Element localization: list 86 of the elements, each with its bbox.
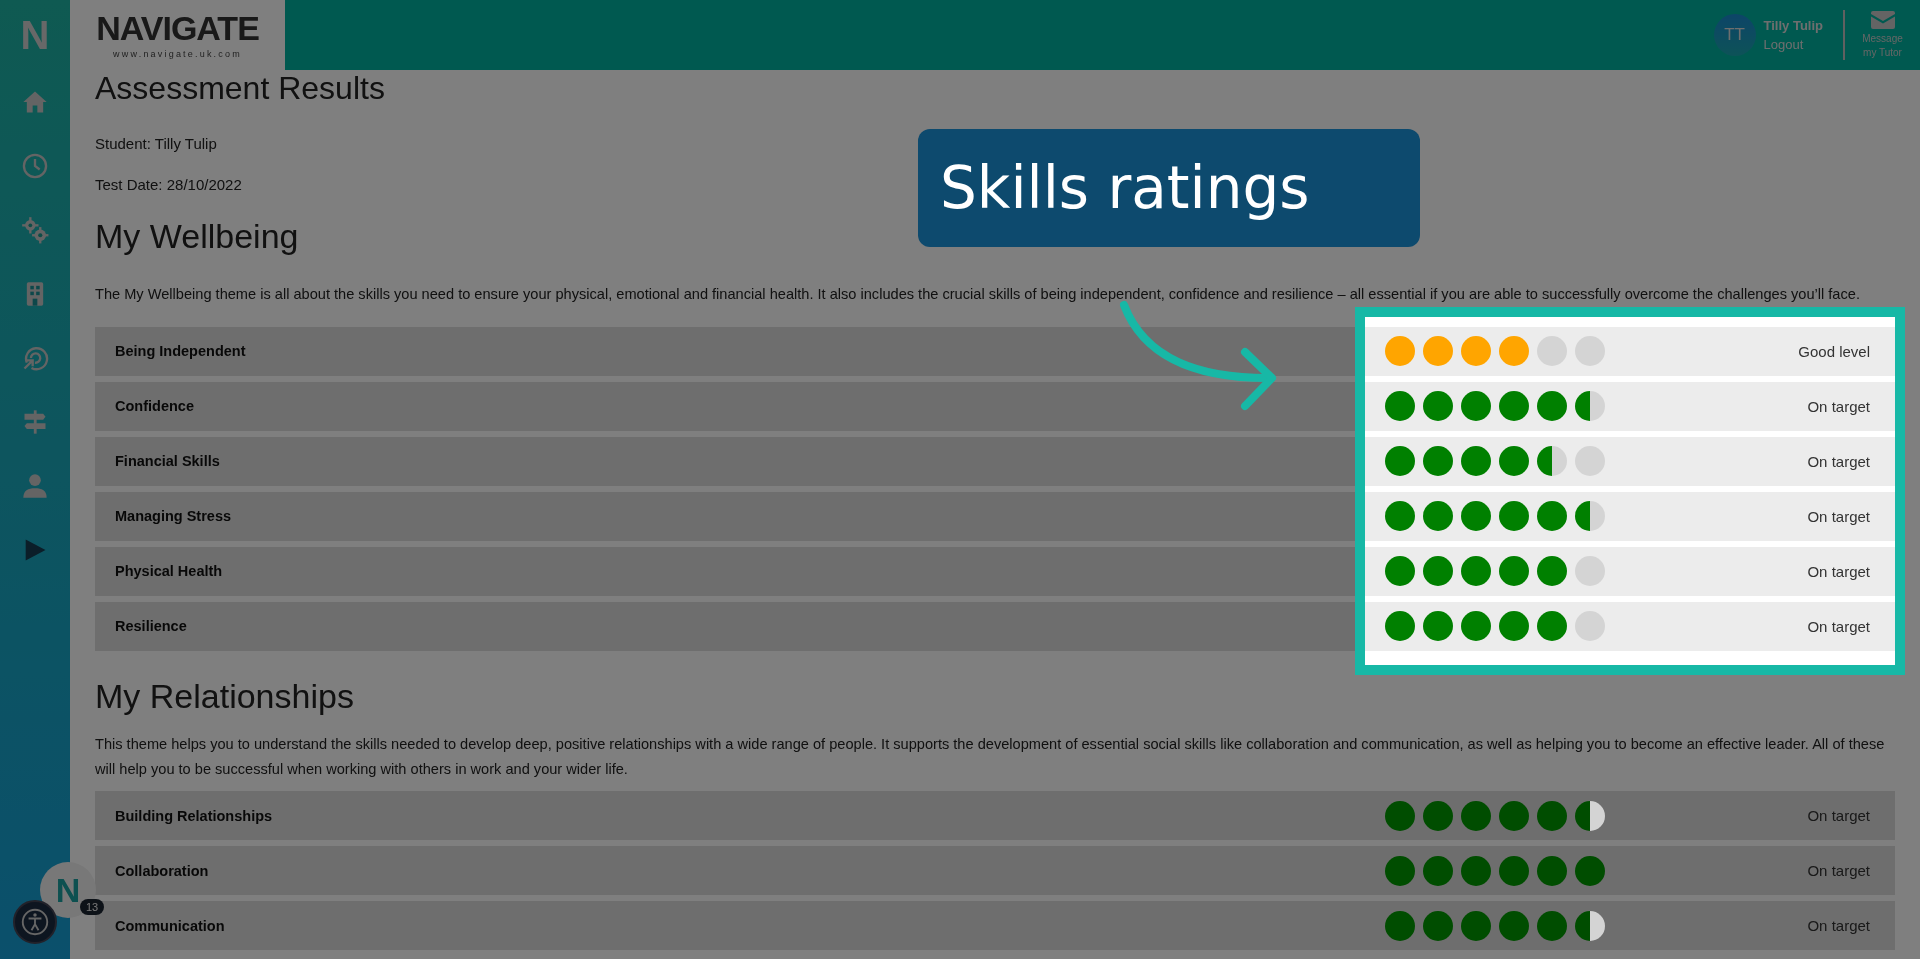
- test-date: Test Date: 28/10/2022: [95, 176, 243, 193]
- section-description: This theme helps you to understand the skills needed to develop deep, positive relationships with a wide range of people. It supports the development of essential social skills like collaboration and communication, as well as helping you to become an effective leader. All of these will help you to be successful when working with others in work and your wider life.: [95, 734, 1886, 779]
- user-name: Tilly Tulip: [1763, 18, 1823, 33]
- rating-dot: [1423, 910, 1453, 941]
- rating-status: On target: [1807, 917, 1870, 935]
- rating-status: On target: [1807, 452, 1870, 470]
- rating-status: On target: [1807, 562, 1870, 580]
- logo-mark: N: [20, 11, 50, 59]
- rating-dot: [1575, 800, 1605, 831]
- rating-dot: [1461, 556, 1491, 587]
- rating-dot: [1499, 336, 1529, 367]
- rating-dot: [1575, 611, 1605, 642]
- person-icon[interactable]: [21, 472, 49, 500]
- rating-dot: [1537, 336, 1567, 367]
- rating-dot: [1537, 800, 1567, 831]
- rating-dot: [1575, 391, 1605, 422]
- student-name: Student: Tilly Tulip: [95, 135, 218, 152]
- rating-dot: [1575, 336, 1605, 367]
- rating-dot: [1537, 446, 1567, 477]
- rating-dot: [1537, 611, 1567, 642]
- logout-link[interactable]: Logout: [1763, 37, 1823, 52]
- skill-name: Managing Stress: [115, 508, 232, 525]
- rating-dot: [1461, 336, 1491, 367]
- target-icon[interactable]: [21, 344, 49, 372]
- rating-dot: [1537, 556, 1567, 587]
- skill-name: Resilience: [115, 618, 187, 635]
- logo-panel[interactable]: NAVIGATE www.navigate.uk.com: [70, 0, 285, 70]
- rating-dot: [1537, 855, 1567, 886]
- rating-dot: [1461, 446, 1491, 477]
- avatar[interactable]: TT: [1713, 14, 1756, 56]
- section-description: The My Wellbeing theme is all about the skills you need to ensure your physical, emotional and financial health. It also includes the crucial skills of being independent, confidence and resilience – all essential if you are able to successfully overcome the challenges you’ll face.: [95, 285, 1861, 304]
- rating-dot: [1499, 910, 1529, 941]
- rating-dot: [1575, 556, 1605, 587]
- skill-name: Financial Skills: [115, 453, 220, 470]
- rating-dot: [1423, 800, 1453, 831]
- mail-icon: [1870, 10, 1895, 29]
- rating-dot: [1499, 800, 1529, 831]
- rating-status: On target: [1807, 507, 1870, 525]
- rating-status: On target: [1807, 862, 1870, 880]
- rating-dot: [1575, 446, 1605, 477]
- rating-dot: [1461, 611, 1491, 642]
- rating-dot: [1499, 446, 1529, 477]
- section-title: My Wellbeing: [95, 217, 300, 256]
- message-tutor-button[interactable]: Message my Tutor: [1855, 10, 1910, 60]
- rating-dot: [1423, 611, 1453, 642]
- skill-name: Confidence: [115, 398, 194, 415]
- notification-badge: 13: [80, 899, 105, 915]
- rating-dot: [1499, 855, 1529, 886]
- gears-icon[interactable]: [21, 216, 49, 244]
- rating-dot: [1499, 391, 1529, 422]
- rating-dot: [1423, 556, 1453, 587]
- rating-status: On target: [1807, 807, 1870, 825]
- skill-name: Collaboration: [115, 862, 209, 879]
- rating-dot: [1537, 910, 1567, 941]
- section-title: My Relationships: [95, 676, 355, 716]
- page-title: Assessment Results: [95, 70, 386, 107]
- rating-dot: [1423, 446, 1453, 477]
- rating-dot: [1537, 391, 1567, 422]
- skill-name: Physical Health: [115, 563, 223, 580]
- rating-status: On target: [1807, 617, 1870, 635]
- rating-dot: [1461, 501, 1491, 532]
- rating-dot: [1423, 336, 1453, 367]
- logo-url: www.navigate.uk.com: [113, 49, 242, 59]
- logo: NAVIGATE: [96, 11, 259, 45]
- rating-dot: [1423, 391, 1453, 422]
- rating-dot: [1499, 556, 1529, 587]
- rating-dot: [1423, 501, 1453, 532]
- rating-dot: [1461, 800, 1491, 831]
- rating-dot: [1575, 855, 1605, 886]
- rating-dot: [1499, 501, 1529, 532]
- rating-dot: [1499, 611, 1529, 642]
- rating-dot: [1461, 910, 1491, 941]
- rating-dot: [1461, 391, 1491, 422]
- clock-icon[interactable]: [21, 152, 49, 180]
- rating-dot: [1537, 501, 1567, 532]
- rating-status: On target: [1807, 397, 1870, 415]
- skill-name: Communication: [115, 917, 225, 934]
- accessibility-icon: [21, 908, 49, 936]
- rating-dot: [1575, 910, 1605, 941]
- rating-dot: [1575, 501, 1605, 532]
- skill-name: Being Independent: [115, 343, 246, 360]
- rating-dot: [1461, 855, 1491, 886]
- rating-status: Good level: [1798, 342, 1870, 360]
- rating-dot: [1423, 855, 1453, 886]
- callout: Skills ratings: [918, 129, 1420, 247]
- skill-name: Building Relationships: [115, 807, 273, 824]
